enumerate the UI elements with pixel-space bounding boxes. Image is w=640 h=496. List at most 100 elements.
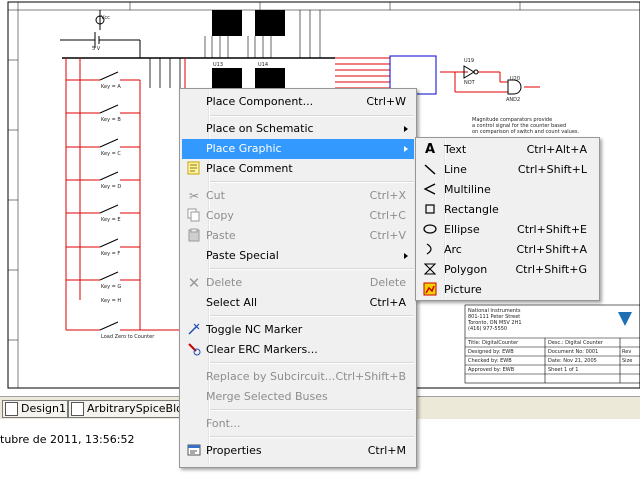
menu-item-label: Place Comment xyxy=(206,162,293,175)
submenu-item-arc[interactable]: Arc Ctrl+Shift+A xyxy=(418,240,597,260)
tab-label: ArbitrarySpiceBloc xyxy=(87,402,189,415)
chip-label-u14: U14 xyxy=(258,62,269,68)
supply-symbol-label: Vcc xyxy=(101,15,110,21)
arc-icon xyxy=(422,242,438,258)
menu-item-toggle-nc-marker[interactable]: Toggle NC Marker xyxy=(182,320,414,340)
submenu-item-ellipse[interactable]: Ellipse Ctrl+Shift+E xyxy=(418,220,597,240)
menu-item-copy[interactable]: Copy Ctrl+C xyxy=(182,206,414,226)
menu-item-place-graphic[interactable]: Place Graphic xyxy=(182,139,414,159)
submenu-item-line[interactable]: Line Ctrl+Shift+L xyxy=(418,160,597,180)
menu-item-place-comment[interactable]: Place Comment xyxy=(182,159,414,179)
menu-item-shortcut: Ctrl+Shift+E xyxy=(517,223,587,236)
menu-item-label: Cut xyxy=(206,189,225,202)
submenu-item-text[interactable]: A Text Ctrl+Alt+A xyxy=(418,140,597,160)
menu-item-font[interactable]: Font... xyxy=(182,414,414,434)
nc-marker-icon xyxy=(186,322,202,338)
menu-item-label: Replace by Subcircuit... xyxy=(206,370,336,383)
menu-item-shortcut: Ctrl+C xyxy=(369,209,406,222)
switch-label: Key = C xyxy=(101,151,121,157)
menu-item-label: Font... xyxy=(206,417,241,430)
submenu-arrow-icon xyxy=(404,146,408,152)
menu-item-paste-special[interactable]: Paste Special xyxy=(182,246,414,266)
title-block-company: (416) 977-5550 xyxy=(468,326,508,332)
submenu-arrow-icon xyxy=(404,253,408,259)
menu-separator xyxy=(210,436,414,438)
menu-separator xyxy=(210,315,414,317)
menu-item-label: Text xyxy=(444,143,467,156)
switch-label: Key = D xyxy=(101,184,122,190)
menu-item-label: Copy xyxy=(206,209,234,222)
menu-item-label: Picture xyxy=(444,283,482,296)
place-graphic-submenu: A Text Ctrl+Alt+A Line Ctrl+Shift+L Mult… xyxy=(415,137,600,301)
switch-label: Key = B xyxy=(101,117,121,123)
submenu-item-rectangle[interactable]: Rectangle xyxy=(418,200,597,220)
menu-item-replace-by-subcircuit[interactable]: Replace by Subcircuit... Ctrl+Shift+B xyxy=(182,367,414,387)
menu-item-shortcut: Ctrl+Shift+G xyxy=(515,263,587,276)
menu-item-shortcut: Ctrl+X xyxy=(369,189,406,202)
menu-item-shortcut: Ctrl+W xyxy=(366,95,406,108)
menu-item-select-all[interactable]: Select All Ctrl+A xyxy=(182,293,414,313)
menu-item-shortcut: Delete xyxy=(369,276,406,289)
picture-icon xyxy=(422,282,438,298)
menu-item-shortcut: Ctrl+V xyxy=(369,229,406,242)
menu-item-label: Multiline xyxy=(444,183,491,196)
ellipse-icon xyxy=(422,222,438,238)
clear-erc-icon xyxy=(186,342,202,358)
schematic-document-icon xyxy=(5,402,18,416)
menu-item-label: Polygon xyxy=(444,263,488,276)
menu-item-label: Rectangle xyxy=(444,203,499,216)
title-block-size: Size xyxy=(622,358,633,364)
submenu-arrow-icon xyxy=(404,126,408,132)
menu-item-label: Arc xyxy=(444,243,462,256)
submenu-item-picture[interactable]: Picture xyxy=(418,280,597,300)
menu-item-delete[interactable]: ✕ Delete Delete xyxy=(182,273,414,293)
chip-label-u20: U20 xyxy=(510,76,521,82)
line-icon xyxy=(422,162,438,178)
polygon-icon xyxy=(422,262,438,278)
menu-item-shortcut: Ctrl+Shift+A xyxy=(516,243,587,256)
menu-item-label: Toggle NC Marker xyxy=(206,323,303,336)
tab-label: Design1 xyxy=(21,402,66,415)
title-block-designed: Designed by: EWB xyxy=(468,349,514,355)
title-block-desc: Desc.: Digital Counter xyxy=(548,340,603,346)
submenu-item-polygon[interactable]: Polygon Ctrl+Shift+G xyxy=(418,260,597,280)
scissors-icon: ✂ xyxy=(188,189,200,203)
tab-design1[interactable]: Design1 xyxy=(2,400,68,418)
schematic-document-icon xyxy=(71,402,84,416)
gate-label-not: NOT xyxy=(464,80,475,86)
menu-item-paste[interactable]: Paste Ctrl+V xyxy=(182,226,414,246)
menu-item-clear-erc-markers[interactable]: Clear ERC Markers... xyxy=(182,340,414,360)
menu-item-label: Line xyxy=(444,163,467,176)
menu-item-label: Merge Selected Buses xyxy=(206,390,328,403)
tab-arbitrary-spice-block[interactable]: ArbitrarySpiceBloc xyxy=(68,400,194,418)
menu-item-label: Clear ERC Markers... xyxy=(206,343,318,356)
menu-item-label: Paste xyxy=(206,229,236,242)
menu-item-place-component[interactable]: Place Component... Ctrl+W xyxy=(182,92,414,112)
title-block-date: Date: Nov 21, 2005 xyxy=(548,358,597,364)
menu-item-shortcut: Ctrl+Shift+L xyxy=(517,163,587,176)
chip-label-u19: U19 xyxy=(464,58,475,64)
switch-label: Key = H xyxy=(101,298,122,304)
menu-item-label: Properties xyxy=(206,444,262,457)
menu-item-cut[interactable]: ✂ Cut Ctrl+X xyxy=(182,186,414,206)
menu-item-place-on-schematic[interactable]: Place on Schematic xyxy=(182,119,414,139)
rectangle-icon xyxy=(422,202,438,218)
switch-label: Key = G xyxy=(101,284,122,290)
context-menu: Place Component... Ctrl+W Place on Schem… xyxy=(179,88,417,468)
submenu-item-multiline[interactable]: Multiline xyxy=(418,180,597,200)
menu-separator xyxy=(210,268,414,270)
clipboard-paste-icon xyxy=(186,228,202,244)
menu-separator xyxy=(210,409,414,411)
title-block-title: Title: DigitalCounter xyxy=(468,340,519,346)
menu-item-label: Paste Special xyxy=(206,249,279,262)
menu-item-properties[interactable]: Properties Ctrl+M xyxy=(182,441,414,461)
menu-separator xyxy=(210,115,414,117)
status-timestamp: tubre de 2011, 13:56:52 xyxy=(0,433,135,446)
menu-item-label: Place Graphic xyxy=(206,142,282,155)
text-A-icon: A xyxy=(424,142,436,157)
menu-item-merge-selected-buses[interactable]: Merge Selected Buses xyxy=(182,387,414,407)
menu-item-shortcut: Ctrl+A xyxy=(369,296,406,309)
note-line: on comparison of switch and count values… xyxy=(472,129,580,135)
properties-icon xyxy=(186,443,202,459)
supply-voltage-label: 5 V xyxy=(92,46,101,52)
